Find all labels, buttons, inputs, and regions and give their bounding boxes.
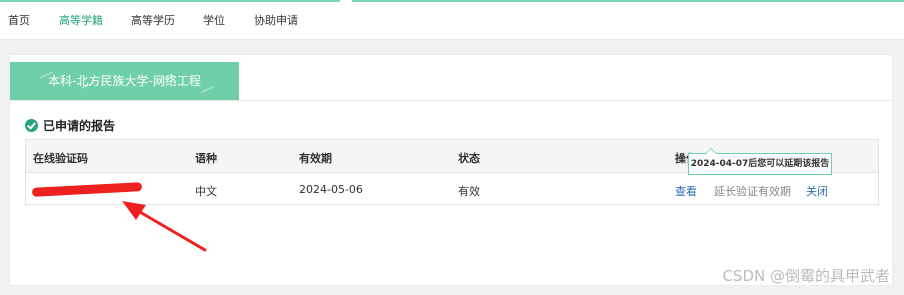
section-title-text: 已申请的报告 [43,118,116,133]
cell-expiry: 2024-05-06 [299,183,363,196]
extend-tooltip: 2024-04-07后您可以延期该报告 [688,148,832,175]
divider [10,100,892,101]
nav-item-higher-education-degree[interactable]: 高等学历 [131,12,175,28]
nav-item-higher-education-enrollment[interactable]: 高等学籍 [59,12,103,28]
nav-item-home[interactable]: 首页 [8,12,30,28]
view-link[interactable]: 查看 [675,183,697,199]
column-header-verification-code: 在线验证码 [33,152,88,165]
nav-item-academic-degree[interactable]: 学位 [203,12,225,28]
top-nav: 首页 高等学籍 高等学历 学位 协助申请 [0,0,904,40]
top-accent-line [0,0,340,2]
tooltip-text: 2024-04-07后您可以延期该报告 [690,159,830,169]
column-header-status: 状态 [458,152,480,165]
cell-language: 中文 [195,185,217,198]
record-tab[interactable]: 本科-北方民族大学-网络工程 [10,62,239,100]
column-header-language: 语种 [195,152,217,165]
nav-item-assist-application[interactable]: 协助申请 [254,12,298,28]
record-tab-label: 本科-北方民族大学-网络工程 [48,74,201,88]
column-header-expiry: 有效期 [299,152,332,165]
cell-status: 有效 [458,185,480,198]
top-accent-line [352,0,904,2]
section-title: 已申请的报告 [25,117,115,133]
redacted-verification-code [31,182,143,197]
tooltip-arrow [705,148,717,154]
decorative-sprig [201,85,217,97]
close-link[interactable]: 关闭 [806,183,828,199]
extend-validity-link[interactable]: 延长验证有效期 [714,183,791,199]
watermark: CSDN @倒霉的具甲武者 [722,267,890,285]
check-circle-icon [25,118,38,132]
